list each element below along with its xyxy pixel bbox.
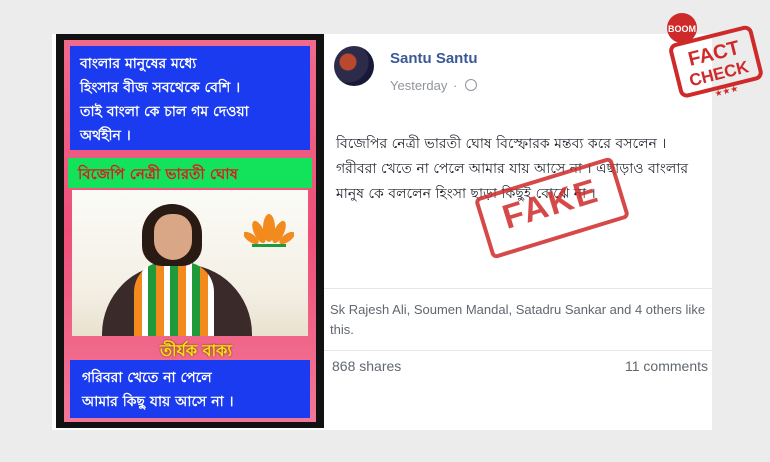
likes-summary[interactable]: Sk Rajesh Ali, Soumen Mandal, Satadru Sa… — [330, 300, 710, 340]
post-timestamp[interactable]: Yesterday — [390, 78, 447, 93]
avatar[interactable] — [334, 46, 374, 86]
meme-top-line: হিংসার বীজ সবথেকে বেশি । — [80, 80, 241, 96]
divider — [324, 350, 712, 351]
meme-top-line: বাংলার মানুষের মধ্যে — [80, 56, 197, 72]
shares-count[interactable]: 868 shares — [332, 358, 401, 374]
fact-check-stamp: FACT CHECK ★★★ BOOM — [667, 13, 763, 100]
meme-image: বাংলার মানুষের মধ্যে হিংসার বীজ সবথেকে ব… — [56, 34, 324, 428]
meme-background: বাংলার মানুষের মধ্যে হিংসার বীজ সবথেকে ব… — [64, 40, 316, 422]
meme-name-text: বিজেপি নেত্রী ভারতী ঘোষ — [78, 165, 238, 183]
post-meta: Yesterday · — [390, 78, 477, 93]
meme-top-line: অর্থহীন । — [80, 128, 131, 144]
meme-bottom-line: আমার কিছু যায় আসে না । — [82, 394, 234, 410]
meme-bottom-line: গরিবরা খেতে না পেলে — [82, 370, 212, 386]
globe-icon — [464, 79, 477, 91]
lotus-icon — [244, 214, 294, 247]
photo-face — [154, 214, 192, 260]
meme-bottom-text-box: গরিবরা খেতে না পেলে আমার কিছু যায় আসে ন… — [70, 360, 310, 418]
photo-scarf — [134, 262, 214, 336]
meme-name-banner: বিজেপি নেত্রী ভারতী ঘোষ — [68, 158, 312, 188]
meme-top-line: তাই বাংলা কে চাল গম দেওয়া — [80, 104, 249, 120]
comments-count[interactable]: 11 comments — [625, 358, 708, 374]
svg-text:BOOM: BOOM — [668, 24, 696, 34]
author-name[interactable]: Santu Santu — [390, 50, 478, 67]
meme-top-text-box: বাংলার মানুষের মধ্যে হিংসার বীজ সবথেকে ব… — [70, 46, 310, 150]
politician-photo — [72, 190, 308, 336]
divider — [324, 288, 712, 289]
